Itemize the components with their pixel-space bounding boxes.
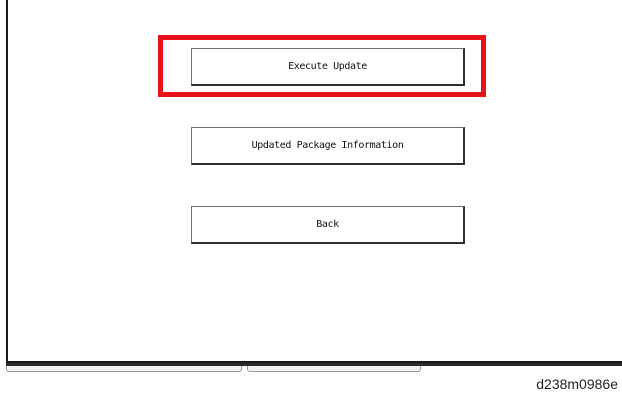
figure-id-label: d238m0986e <box>536 376 618 392</box>
back-button[interactable]: Back <box>191 206 465 244</box>
bottom-tab-middle <box>247 366 421 372</box>
highlight-callout-box <box>158 35 486 97</box>
bottom-tab-left <box>6 366 242 372</box>
updated-package-information-button[interactable]: Updated Package Information <box>191 127 465 165</box>
